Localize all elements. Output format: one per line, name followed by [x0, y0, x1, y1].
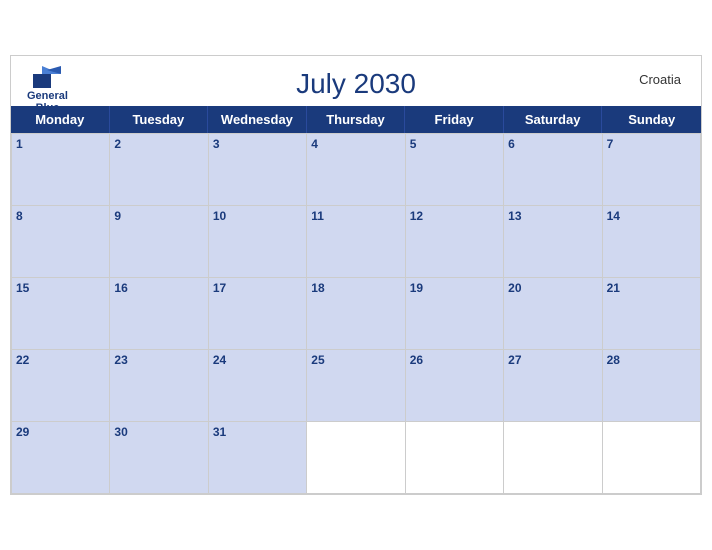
general-blue-logo-icon: [33, 66, 61, 88]
table-row: 24: [209, 350, 307, 422]
table-row: 21: [603, 278, 701, 350]
table-row: 10: [209, 206, 307, 278]
table-row: 15: [12, 278, 110, 350]
days-header: Monday Tuesday Wednesday Thursday Friday…: [11, 106, 701, 133]
table-row: 25: [307, 350, 405, 422]
country-label: Croatia: [639, 72, 681, 87]
table-row: 2: [110, 134, 208, 206]
table-row: 14: [603, 206, 701, 278]
table-row: 8: [12, 206, 110, 278]
table-row: [603, 422, 701, 494]
table-row: [504, 422, 602, 494]
day-friday: Friday: [405, 106, 504, 133]
logo-text-general: General: [27, 90, 68, 102]
table-row: 5: [406, 134, 504, 206]
table-row: 29: [12, 422, 110, 494]
table-row: 6: [504, 134, 602, 206]
day-saturday: Saturday: [504, 106, 603, 133]
calendar-grid: 1 2 3 4 5 6 7 8 9 10 11 12 13 14 15 16 1…: [11, 133, 701, 494]
day-tuesday: Tuesday: [110, 106, 209, 133]
day-wednesday: Wednesday: [208, 106, 307, 133]
table-row: 11: [307, 206, 405, 278]
calendar-title: July 2030: [31, 68, 681, 100]
table-row: 28: [603, 350, 701, 422]
table-row: 4: [307, 134, 405, 206]
table-row: [406, 422, 504, 494]
table-row: 12: [406, 206, 504, 278]
day-thursday: Thursday: [307, 106, 406, 133]
table-row: 27: [504, 350, 602, 422]
table-row: 23: [110, 350, 208, 422]
table-row: 22: [12, 350, 110, 422]
calendar-header: General Blue July 2030 Croatia: [11, 56, 701, 106]
table-row: 3: [209, 134, 307, 206]
table-row: 19: [406, 278, 504, 350]
table-row: 30: [110, 422, 208, 494]
table-row: 17: [209, 278, 307, 350]
table-row: 26: [406, 350, 504, 422]
table-row: 31: [209, 422, 307, 494]
table-row: 18: [307, 278, 405, 350]
table-row: 20: [504, 278, 602, 350]
day-sunday: Sunday: [602, 106, 701, 133]
table-row: 16: [110, 278, 208, 350]
logo-text-blue: Blue: [36, 102, 60, 114]
table-row: [307, 422, 405, 494]
logo-area: General Blue: [27, 66, 68, 114]
table-row: 1: [12, 134, 110, 206]
calendar-container: General Blue July 2030 Croatia Monday Tu…: [10, 55, 702, 495]
table-row: 9: [110, 206, 208, 278]
table-row: 13: [504, 206, 602, 278]
table-row: 7: [603, 134, 701, 206]
